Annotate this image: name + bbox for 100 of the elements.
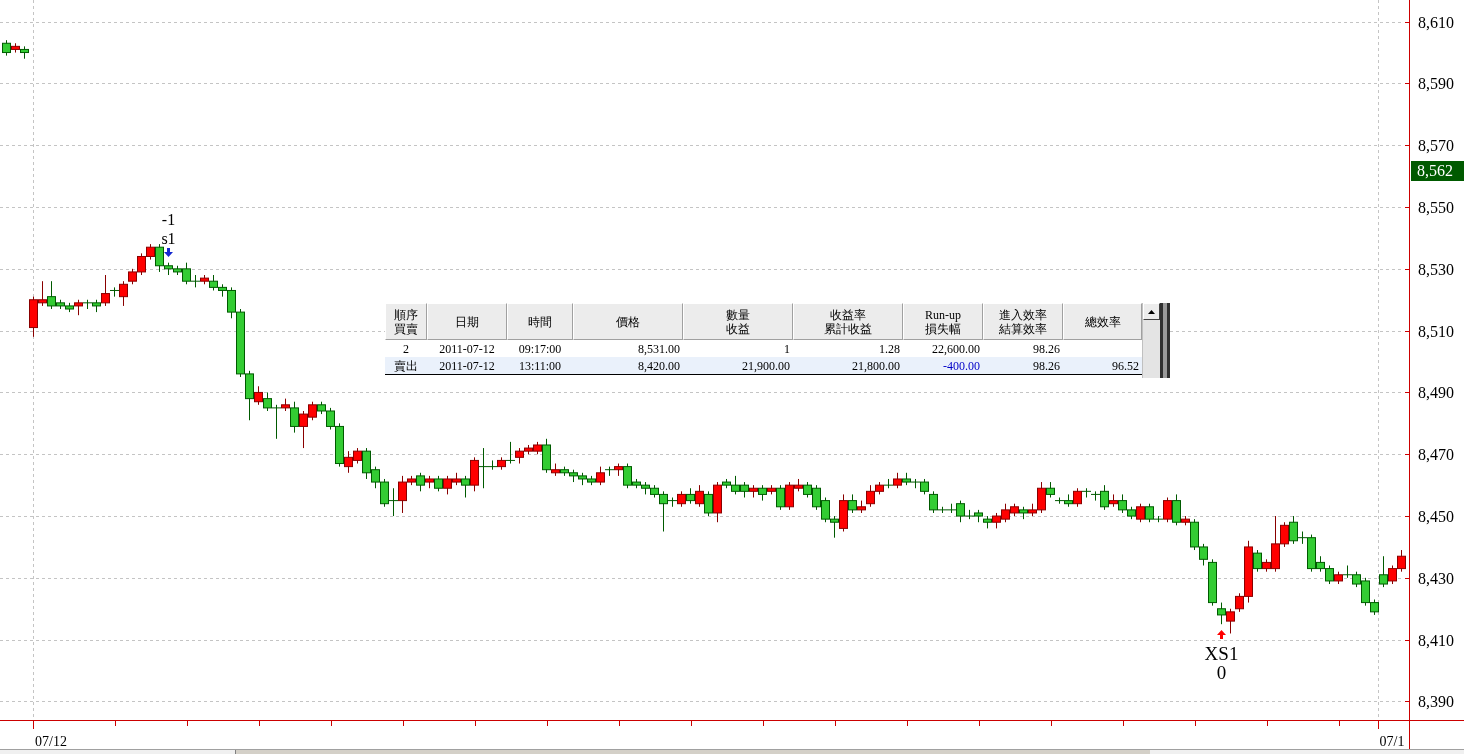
doji-candle bbox=[1297, 531, 1308, 545]
horizontal-scrollbar[interactable] bbox=[0, 749, 1464, 754]
price-label: 8,550 bbox=[1418, 199, 1454, 217]
rising-candle bbox=[1001, 503, 1010, 523]
rising-candle bbox=[695, 484, 704, 508]
falling-candle bbox=[821, 497, 830, 523]
position-label: -1 bbox=[161, 211, 176, 228]
falling-candle bbox=[263, 391, 272, 412]
rising-candle bbox=[1163, 497, 1172, 523]
last-price-tag: 8,562 bbox=[1411, 161, 1464, 181]
falling-candle bbox=[560, 466, 569, 477]
price-label: 8,390 bbox=[1418, 693, 1454, 711]
trade-value: 2 bbox=[403, 341, 409, 356]
doji-candle bbox=[505, 441, 516, 464]
trade-value: 96.52 bbox=[1112, 358, 1139, 373]
trade-value: 21,900.00 bbox=[742, 358, 790, 373]
rising-candle bbox=[425, 475, 434, 489]
rising-candle bbox=[1226, 608, 1235, 634]
falling-candle bbox=[902, 472, 911, 486]
doji-candle bbox=[1090, 490, 1101, 502]
trade-value: 8,420.00 bbox=[638, 358, 680, 373]
falling-candle bbox=[290, 401, 299, 434]
doji-candle bbox=[883, 478, 894, 489]
doji-candle bbox=[604, 466, 615, 477]
falling-candle bbox=[830, 515, 839, 539]
trade-value: -400.00 bbox=[943, 358, 980, 373]
falling-candle bbox=[245, 370, 254, 421]
falling-candle bbox=[434, 475, 443, 492]
column-title: 收益 bbox=[726, 321, 750, 336]
falling-candle bbox=[956, 500, 965, 523]
falling-candle bbox=[1379, 555, 1388, 588]
falling-candle bbox=[1172, 493, 1181, 526]
falling-candle bbox=[2, 39, 11, 57]
column-title: 總效率 bbox=[1084, 314, 1121, 329]
column-title: 數量 bbox=[726, 307, 750, 322]
falling-candle bbox=[461, 475, 470, 498]
falling-candle bbox=[740, 481, 749, 498]
date-label: 07/1 bbox=[1379, 734, 1405, 749]
trade-value: 2011-07-12 bbox=[439, 341, 495, 356]
trade-value: 1 bbox=[784, 341, 790, 356]
column-title: 日期 bbox=[455, 314, 479, 329]
falling-candle bbox=[758, 484, 767, 502]
rising-candle bbox=[1334, 571, 1343, 585]
falling-candle bbox=[848, 493, 857, 514]
up-triangle-icon bbox=[1148, 309, 1155, 314]
rising-candle bbox=[497, 456, 506, 471]
rising-candle bbox=[281, 398, 290, 412]
column-title: 順序 bbox=[394, 307, 418, 322]
rising-candle bbox=[101, 274, 110, 307]
column-title: 損失幅 bbox=[925, 321, 961, 336]
scrollbar-thumb[interactable] bbox=[235, 750, 1150, 754]
falling-candle bbox=[1145, 503, 1154, 523]
signal-label: s1 bbox=[161, 230, 176, 247]
falling-candle bbox=[974, 509, 983, 523]
column-title: 累計收益 bbox=[824, 321, 872, 336]
trade-value: 21,800.00 bbox=[852, 358, 900, 373]
price-label: 8,490 bbox=[1418, 384, 1454, 402]
falling-candle bbox=[920, 478, 929, 495]
falling-candle bbox=[1100, 484, 1109, 511]
rising-candle bbox=[1073, 487, 1082, 508]
falling-candle bbox=[704, 490, 713, 517]
column-title: 結算效率 bbox=[999, 321, 1047, 336]
doji-candle bbox=[190, 274, 201, 288]
falling-candle bbox=[1289, 515, 1298, 545]
falling-candle bbox=[929, 490, 938, 514]
down-arrow-icon bbox=[164, 248, 173, 257]
rising-candle bbox=[11, 42, 20, 54]
trade-value: 98.26 bbox=[1033, 358, 1060, 373]
column-title: 價格 bbox=[616, 314, 640, 329]
scroll-up-button[interactable] bbox=[1143, 303, 1160, 320]
rising-candle bbox=[677, 490, 686, 508]
falling-candle bbox=[416, 472, 425, 492]
rising-candle bbox=[254, 385, 263, 406]
date-label: 07/12 bbox=[35, 734, 67, 749]
rising-candle bbox=[713, 481, 722, 523]
price-label: 8,590 bbox=[1418, 75, 1454, 93]
rising-candle bbox=[992, 512, 1001, 529]
falling-candle bbox=[1325, 565, 1334, 585]
rising-candle bbox=[74, 299, 83, 316]
doji-candle bbox=[964, 509, 975, 520]
price-label: 8,470 bbox=[1418, 446, 1454, 464]
falling-candle bbox=[380, 478, 389, 508]
rising-candle bbox=[533, 441, 542, 455]
rising-candle bbox=[443, 475, 452, 495]
trade-value: 2011-07-12 bbox=[439, 358, 495, 373]
position-label: 0 bbox=[1216, 662, 1227, 683]
column-title: Run-up bbox=[925, 307, 961, 322]
falling-candle bbox=[686, 487, 695, 505]
falling-candle bbox=[1064, 493, 1073, 508]
table-row[interactable]: 賣出 2011-07-12 13:11:00 8,420.00 21,900.00 21,800.00 -400.00 98.26 96.52 bbox=[385, 357, 1142, 374]
vertical-scrollbar[interactable] bbox=[1142, 303, 1160, 378]
rising-candle bbox=[749, 484, 758, 498]
resize-handle[interactable] bbox=[1160, 303, 1170, 378]
rising-candle bbox=[614, 463, 623, 477]
falling-candle bbox=[1253, 549, 1262, 573]
doji-candle bbox=[910, 478, 921, 489]
rising-candle bbox=[767, 484, 776, 495]
rising-candle bbox=[551, 463, 560, 477]
falling-candle bbox=[209, 274, 218, 291]
doji-candle bbox=[946, 503, 957, 514]
